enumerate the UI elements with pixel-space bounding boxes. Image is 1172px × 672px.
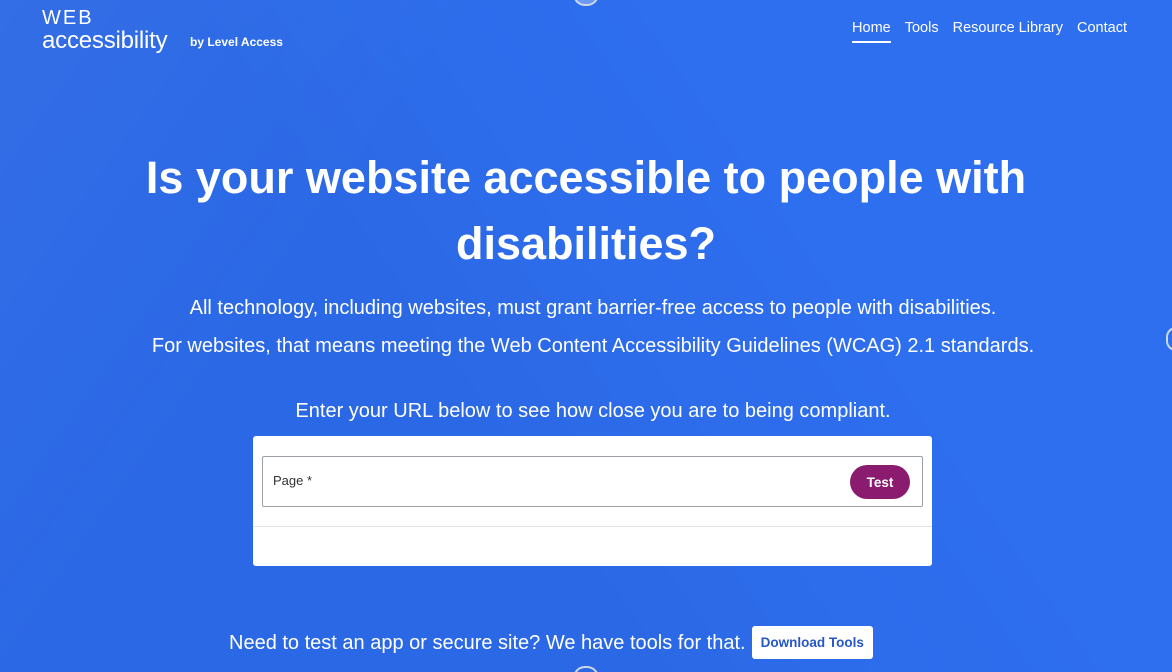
- download-tools-button[interactable]: Download Tools: [751, 626, 873, 659]
- page-url-input[interactable]: [333, 465, 847, 499]
- hero-subtitle-1: All technology, including websites, must…: [189, 297, 997, 319]
- url-test-card: Page * Test: [253, 436, 932, 566]
- hero-headline: Is your website accessible to people wit…: [0, 145, 1172, 277]
- main-nav: Home Tools Resource Library Contact: [852, 19, 1127, 43]
- nav-home[interactable]: Home: [852, 19, 891, 43]
- scroll-indicator-bottom: [573, 666, 599, 672]
- scroll-indicator-top: [573, 0, 599, 6]
- logo-web-text: WEB: [42, 7, 94, 29]
- headline-line-1: Is your website accessible to people wit…: [145, 152, 1027, 203]
- page-field-label: Page *: [273, 473, 313, 488]
- url-prompt: Enter your URL below to see how close yo…: [295, 400, 891, 422]
- logo-by-level-access: by Level Access: [190, 35, 283, 49]
- nav-contact[interactable]: Contact: [1077, 19, 1127, 43]
- logo-accessibility-text: accessibility: [42, 27, 168, 54]
- test-button[interactable]: Test: [850, 465, 910, 499]
- card-divider: [253, 526, 932, 527]
- tools-callout-text: Need to test an app or secure site? We h…: [229, 631, 746, 654]
- tools-callout: Need to test an app or secure site? We h…: [229, 626, 873, 659]
- nav-tools[interactable]: Tools: [905, 19, 939, 43]
- hero-subtitle-2: For websites, that means meeting the Web…: [151, 335, 1035, 357]
- headline-line-2: disabilities?: [455, 218, 717, 269]
- site-logo[interactable]: WEB accessibility by Level Access: [42, 7, 302, 57]
- nav-resource-library[interactable]: Resource Library: [953, 19, 1063, 43]
- page-url-field[interactable]: Page * Test: [262, 456, 923, 507]
